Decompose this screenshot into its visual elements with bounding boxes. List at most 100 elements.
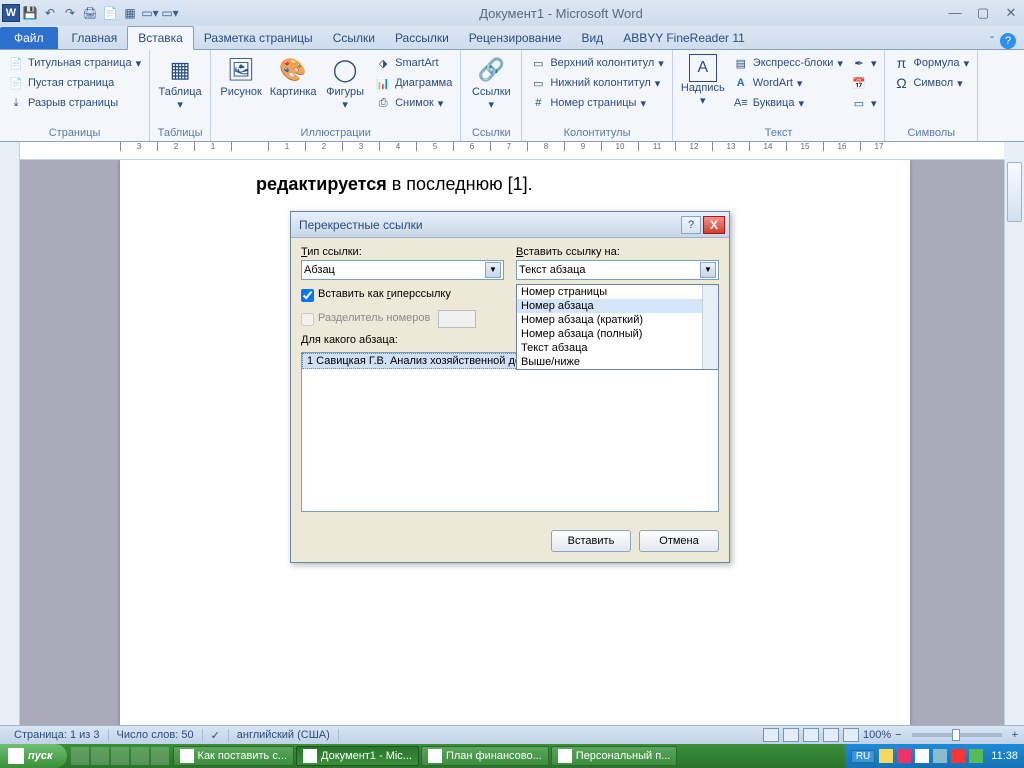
dialog-titlebar[interactable]: Перекрестные ссылки ? X [291,212,729,238]
new-doc-icon[interactable]: 📄 [102,5,118,21]
zoom-level[interactable]: 100% [863,729,891,741]
cancel-button[interactable]: Отмена [639,530,719,552]
borders-icon[interactable]: ▭▾ [142,5,158,21]
datetime-icon[interactable]: 📅 [849,74,879,92]
status-words[interactable]: Число слов: 50 [109,729,203,741]
dropdown-option[interactable]: Номер страницы [517,285,718,299]
tray-icon[interactable] [969,749,983,763]
taskbar-item[interactable]: Как поставить с... [173,746,294,766]
signature-icon[interactable]: ✒▾ [849,54,879,72]
undo-icon[interactable]: ↶ [42,5,58,21]
wordart-button[interactable]: AWordArt ▾ [731,74,845,92]
blank-page-button[interactable]: 📄Пустая страница [6,74,143,92]
page-break-button[interactable]: ⤓Разрыв страницы [6,94,143,112]
table-button[interactable]: ▦Таблица▾ [156,54,204,111]
pagenumber-button[interactable]: #Номер страницы ▾ [528,94,665,112]
tray-icon[interactable] [897,749,911,763]
taskbar-item[interactable]: Документ1 - Mic... [296,746,419,766]
dropdown-option[interactable]: Выше/ниже [517,355,718,369]
zoom-in-icon[interactable]: + [1012,729,1018,741]
taskbar-item[interactable]: План финансово... [421,746,549,766]
ref-type-combo[interactable]: Абзац▼ [301,260,504,280]
dropdown-option[interactable]: Номер абзаца (полный) [517,327,718,341]
ql-icon[interactable] [91,747,109,765]
insert-ref-combo[interactable]: Текст абзаца▼ [516,260,719,280]
zoom-slider[interactable] [912,733,1002,737]
footer-button[interactable]: ▭Нижний колонтитул ▾ [528,74,665,92]
tab-abbyy[interactable]: ABBYY FineReader 11 [613,27,755,49]
object-icon[interactable]: ▭▾ [849,94,879,112]
quickparts-button[interactable]: ▤Экспресс-блоки ▾ [731,54,845,72]
zoom-out-icon[interactable]: − [895,729,901,741]
status-proofing-icon[interactable]: ✓ [203,729,229,742]
tab-layout[interactable]: Разметка страницы [194,27,323,49]
tab-insert[interactable]: Вставка [127,26,194,50]
chart-button[interactable]: 📊Диаграмма [373,74,454,92]
smartart-button[interactable]: ⬗SmartArt [373,54,454,72]
group-illustrations: 🖼Рисунок 🎨Картинка ◯Фигуры▾ ⬗SmartArt 📊Д… [211,50,461,141]
dropdown-option[interactable]: Текст абзаца [517,341,718,355]
save-icon[interactable]: 💾 [22,5,38,21]
view-fullscreen-icon[interactable] [783,728,799,742]
tray-icon[interactable] [933,749,947,763]
minimize-icon[interactable]: ― [944,5,966,21]
ql-icon[interactable] [111,747,129,765]
start-button[interactable]: пуск [0,744,67,768]
chevron-down-icon[interactable]: ▼ [485,262,501,278]
redo-icon[interactable]: ↷ [62,5,78,21]
tray-icon[interactable] [879,749,893,763]
window-controls: ― ▢ ✕ [944,5,1022,21]
dropcap-button[interactable]: A≡Буквица ▾ [731,94,845,112]
tab-mailings[interactable]: Рассылки [385,27,459,49]
ribbon-minimize-icon[interactable]: ˇ [990,34,994,48]
shapes-button[interactable]: ◯Фигуры▾ [321,54,369,111]
dialog-close-icon[interactable]: X [703,216,725,234]
tab-home[interactable]: Главная [62,27,128,49]
insert-table-icon[interactable]: ▦ [122,5,138,21]
clock[interactable]: 11:38 [987,750,1018,762]
tab-review[interactable]: Рецензирование [459,27,572,49]
view-web-icon[interactable] [803,728,819,742]
view-draft-icon[interactable] [843,728,859,742]
cross-reference-dialog: Перекрестные ссылки ? X Тип ссылки: Абза… [290,211,730,563]
tab-view[interactable]: Вид [571,27,613,49]
ql-icon[interactable] [71,747,89,765]
chevron-down-icon[interactable]: ▼ [700,262,716,278]
dropdown-option[interactable]: Номер абзаца (краткий) [517,313,718,327]
file-tab[interactable]: Файл [0,27,58,49]
status-language[interactable]: английский (США) [229,729,339,741]
hyperlink-button[interactable]: 🔗Ссылки▾ [467,54,515,111]
close-icon[interactable]: ✕ [1000,5,1022,21]
paragraph-list[interactable]: 1 Савицкая Г.В. Анализ хозяйственной де [301,352,719,512]
document-text[interactable]: редактируется в последнюю [1]. [256,174,533,195]
help-icon[interactable]: ? [1000,33,1016,49]
ql-icon[interactable] [131,747,149,765]
symbol-button[interactable]: ΩСимвол ▾ [891,74,971,92]
tray-icon[interactable] [951,749,965,763]
ruler-toggle-icon[interactable] [1004,142,1024,160]
view-outline-icon[interactable] [823,728,839,742]
as-hyperlink-checkbox[interactable] [301,289,314,302]
clipart-button[interactable]: 🎨Картинка [269,54,317,98]
equation-button[interactable]: πФормула ▾ [891,54,971,72]
tray-icon[interactable] [915,749,929,763]
view-print-layout-icon[interactable] [763,728,779,742]
print-icon[interactable]: 🖨 [82,5,98,21]
header-button[interactable]: ▭Верхний колонтитул ▾ [528,54,665,72]
ql-icon[interactable] [151,747,169,765]
screenshot-button[interactable]: ⎙Снимок ▾ [373,94,454,112]
styles-icon[interactable]: ▭▾ [162,5,178,21]
taskbar-item[interactable]: Персональный п... [551,746,678,766]
picture-button[interactable]: 🖼Рисунок [217,54,265,98]
scrollbar-thumb[interactable] [1007,162,1022,222]
dialog-help-icon[interactable]: ? [681,216,701,234]
tab-references[interactable]: Ссылки [323,27,385,49]
textbox-button[interactable]: AНадпись▾ [679,54,727,107]
vertical-scrollbar[interactable] [1004,160,1024,725]
status-page[interactable]: Страница: 1 из 3 [6,729,109,741]
insert-button[interactable]: Вставить [551,530,631,552]
language-indicator[interactable]: RU [851,750,875,763]
title-page-button[interactable]: 📄Титульная страница ▾ [6,54,143,72]
dropdown-option[interactable]: Номер абзаца [517,299,718,313]
restore-icon[interactable]: ▢ [972,5,994,21]
